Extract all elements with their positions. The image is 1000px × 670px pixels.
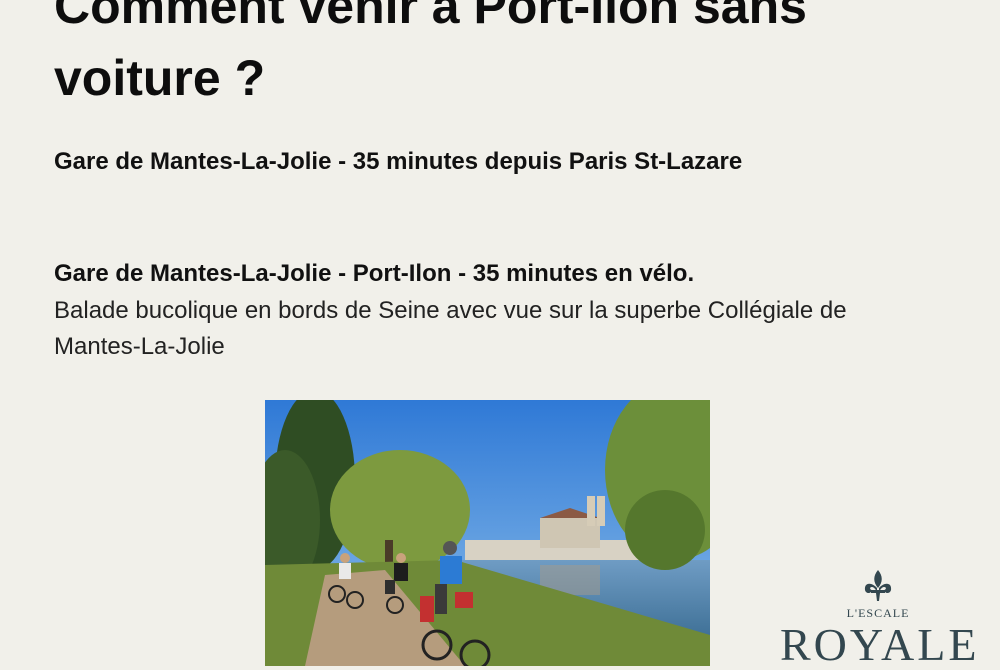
logo-main-text: ROYALE (780, 619, 980, 670)
train-info: Gare de Mantes-La-Jolie - 35 minutes dep… (54, 148, 743, 175)
fleur-de-lis-icon (864, 570, 892, 601)
bike-info-description: Balade bucolique en bords de Seine avec … (54, 297, 847, 360)
cyclists-riverside-photo (265, 400, 710, 666)
page-title: Comment venir à Port-Ilon sans voiture ? (54, 0, 807, 106)
bike-info-heading: Gare de Mantes-La-Jolie - Port-Ilon - 35… (54, 260, 695, 287)
escale-royale-logo: L'ESCALE ROYALE (780, 566, 980, 670)
